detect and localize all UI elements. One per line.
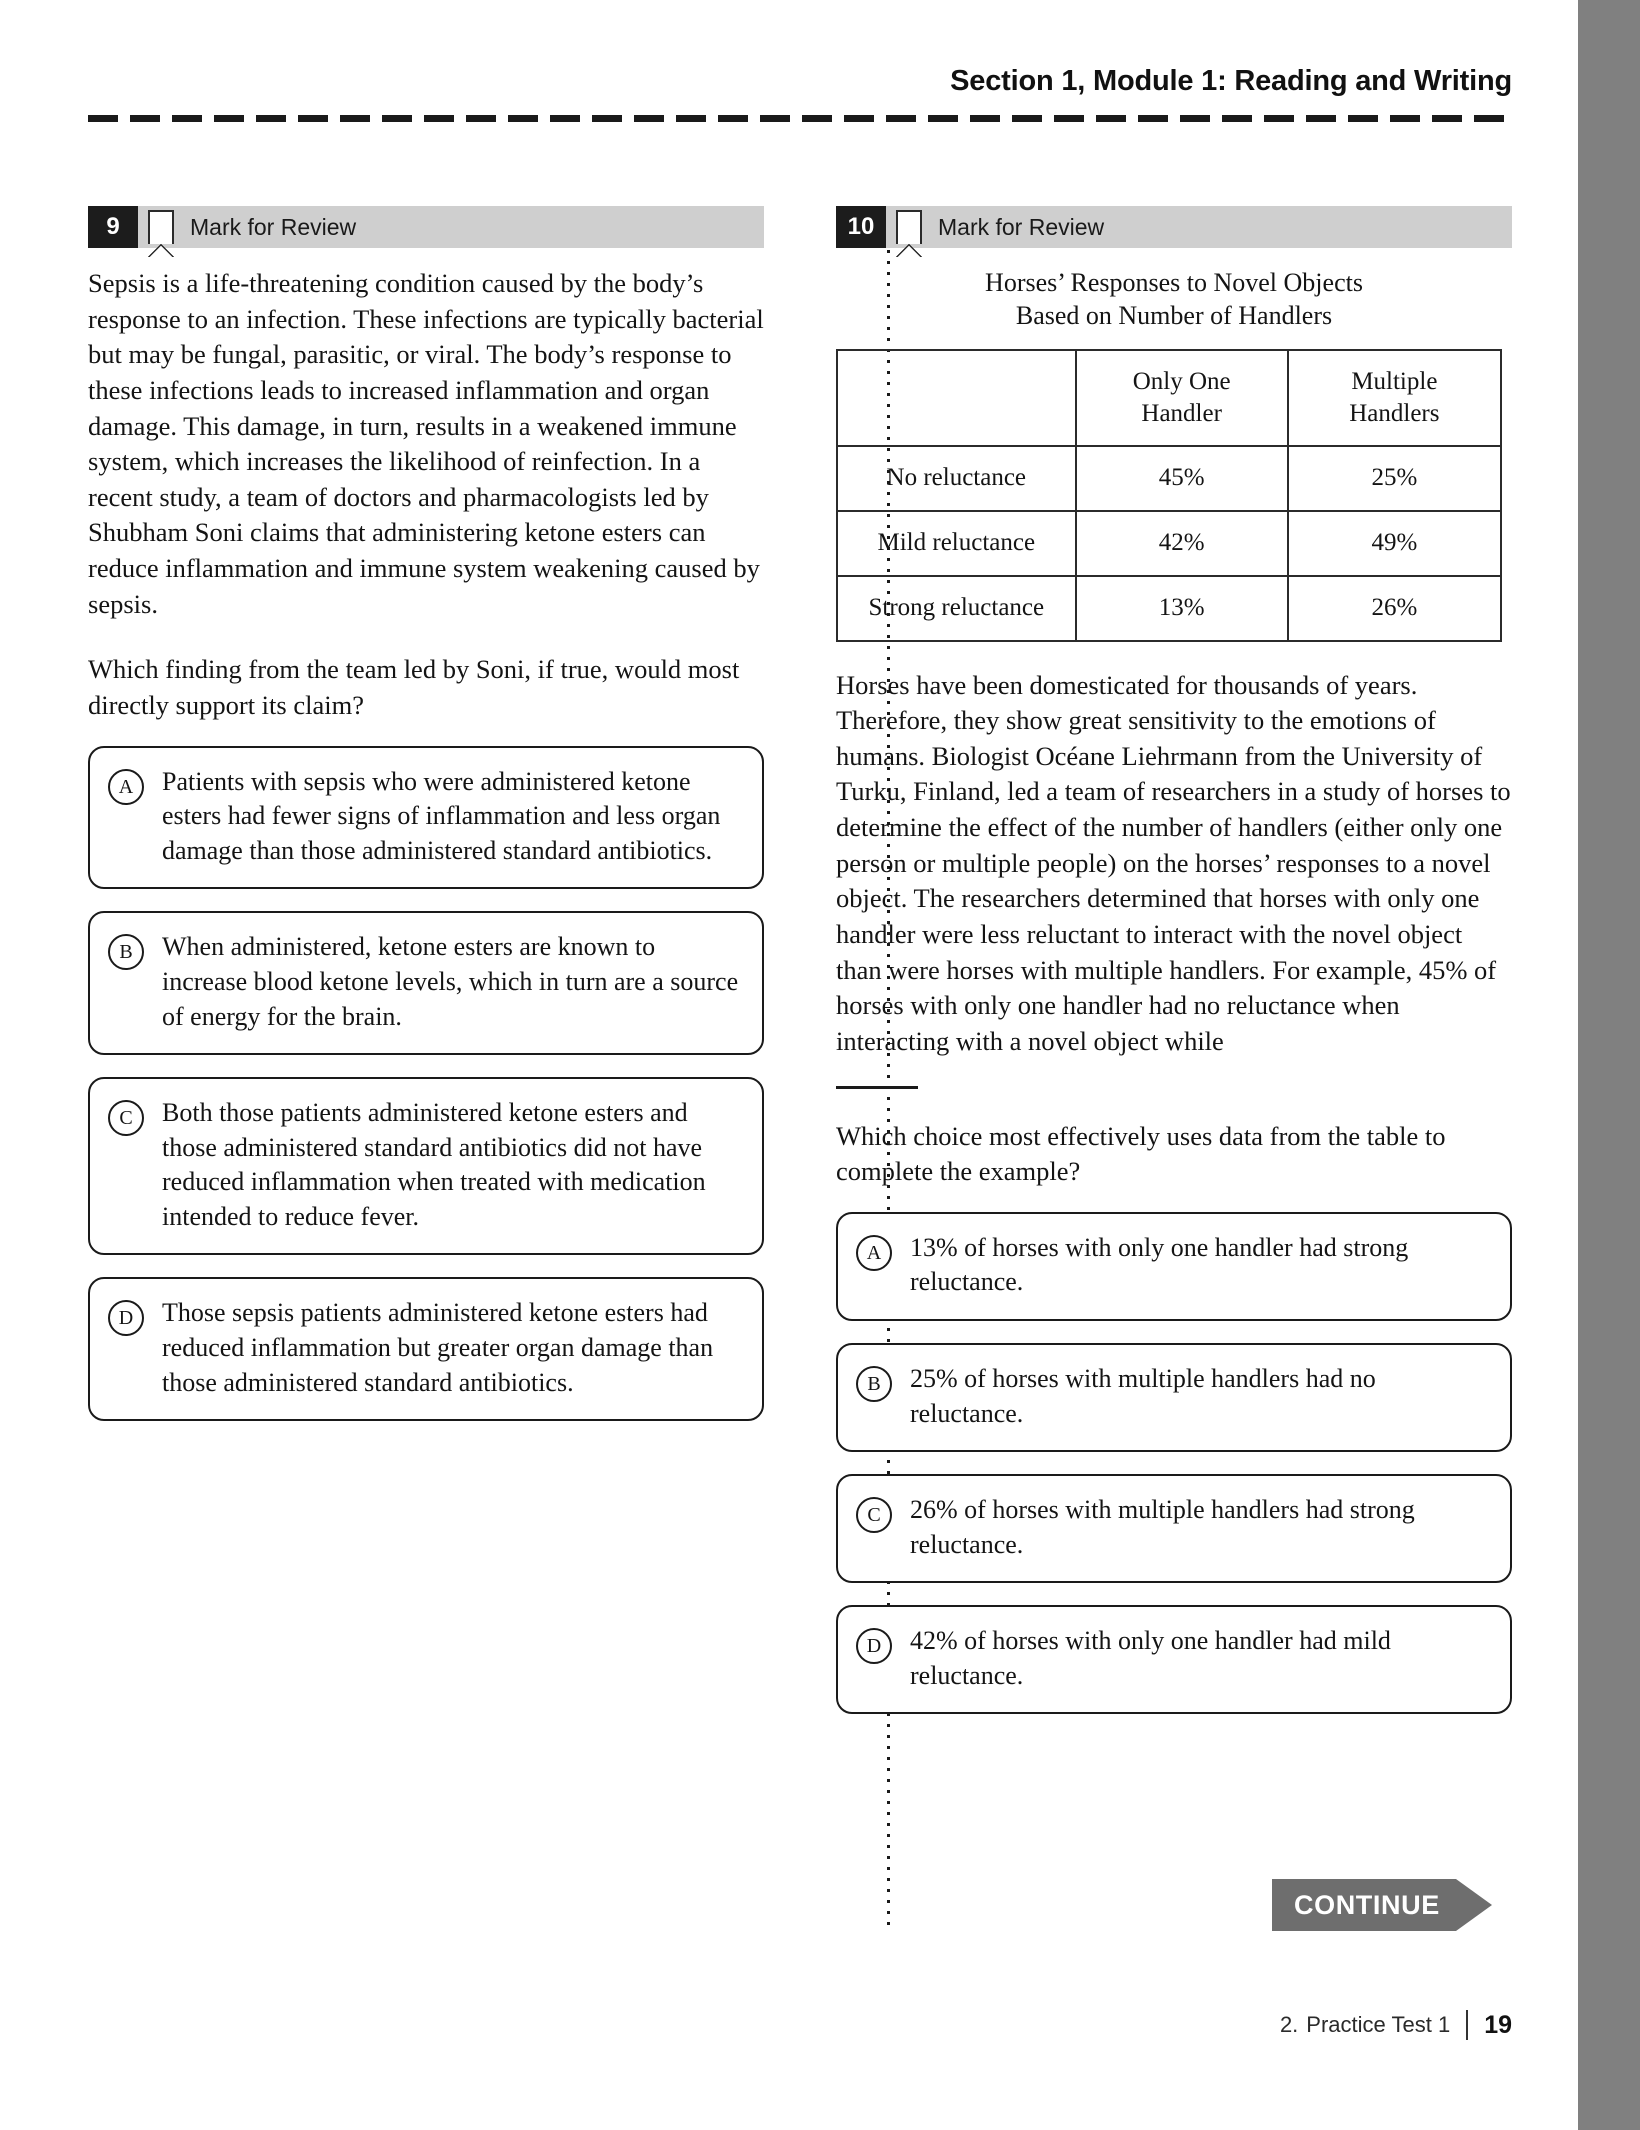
table-head: Only One Handler Multiple Handlers	[836, 348, 1503, 447]
choice-text: Patients with sepsis who were administer…	[162, 766, 721, 865]
question-9-number: 9	[88, 206, 138, 248]
question-10-choice-d[interactable]: D 42% of horses with only one handler ha…	[836, 1605, 1512, 1715]
cell-value: 49%	[1286, 509, 1503, 577]
horses-responses-table: Only One Handler Multiple Handlers No re…	[836, 348, 1503, 642]
col-header-1-line-1: Only One	[1132, 368, 1231, 396]
table-title-line-1: Horses’ Responses to Novel Objects	[985, 268, 1363, 297]
footer-page-number: 19	[1484, 2010, 1512, 2039]
question-9-passage: Sepsis is a life-threatening condition c…	[88, 268, 764, 619]
row-label: Strong reluctance	[836, 574, 1077, 642]
choice-letter: D	[856, 1628, 892, 1665]
row-label: No reluctance	[836, 444, 1077, 512]
mark-for-review-bookmark-icon[interactable]	[138, 206, 184, 257]
table-row: Mild reluctance 42% 49%	[836, 509, 1503, 577]
choice-letter: C	[108, 1100, 144, 1137]
choice-letter: A	[108, 768, 144, 805]
choice-text: 42% of horses with only one handler had …	[910, 1626, 1391, 1690]
cell-value: 25%	[1286, 444, 1503, 512]
cell-value: 26%	[1286, 574, 1503, 642]
question-10-banner: 10 Mark for Review	[836, 206, 1512, 257]
question-9-mark-label[interactable]: Mark for Review	[184, 206, 356, 248]
right-edge-bar	[1578, 0, 1640, 2130]
table-title: Horses’ Responses to Novel Objects Based…	[836, 266, 1512, 333]
header-dashed-rule	[88, 114, 1512, 122]
question-10-choices: A 13% of horses with only one handler ha…	[836, 1211, 1512, 1715]
question-9-banner: 9 Mark for Review	[88, 206, 764, 257]
choice-letter: A	[856, 1234, 892, 1271]
question-10-column: 10 Mark for Review Horses’ Responses to …	[836, 206, 1512, 1736]
choice-text: 13% of horses with only one handler had …	[910, 1232, 1409, 1297]
question-10-choice-b[interactable]: B 25% of horses with multiple handlers h…	[836, 1343, 1512, 1453]
cell-value: 42%	[1074, 509, 1289, 577]
choice-text: 25% of horses with multiple handlers had…	[910, 1364, 1376, 1428]
arrow-right-icon	[1455, 1879, 1492, 1931]
footer-divider	[1466, 2010, 1469, 2040]
choice-text: When administered, ketone esters are kno…	[162, 932, 739, 1031]
table-row: No reluctance 45% 25%	[836, 444, 1503, 512]
col-header-2-line-1: Multiple	[1351, 368, 1438, 396]
cell-value: 45%	[1074, 444, 1289, 512]
choice-letter: B	[108, 934, 144, 971]
continue-button-label: CONTINUE	[1272, 1879, 1456, 1931]
bookmark-icon	[896, 210, 922, 257]
question-10-choice-c[interactable]: C 26% of horses with multiple handlers h…	[836, 1474, 1512, 1584]
choice-letter: D	[108, 1300, 144, 1337]
question-9-choice-a[interactable]: A Patients with sepsis who were administ…	[88, 745, 764, 890]
question-10-mark-label[interactable]: Mark for Review	[932, 206, 1104, 248]
footer-chapter-number: 2.	[1279, 2012, 1299, 2037]
question-10-choice-a[interactable]: A 13% of horses with only one handler ha…	[836, 1211, 1512, 1322]
table-title-line-2: Based on Number of Handlers	[1015, 301, 1333, 331]
running-header: Section 1, Module 1: Reading and Writing	[88, 65, 1512, 122]
col-header-1-line-2: Handler	[1141, 399, 1222, 427]
choice-letter: B	[856, 1366, 892, 1403]
question-10-stem: Which choice most effectively uses data …	[836, 1120, 1446, 1187]
continue-button[interactable]: CONTINUE	[1272, 1879, 1492, 1931]
choice-text: Those sepsis patients administered keton…	[162, 1298, 714, 1397]
page-title: Section 1, Module 1: Reading and Writing	[950, 65, 1512, 97]
row-label: Mild reluctance	[836, 509, 1077, 577]
mark-for-review-bookmark-icon[interactable]	[886, 206, 932, 257]
question-10-passage: Horses have been domesticated for thousa…	[836, 669, 1511, 1056]
choice-text: Both those patients administered ketone …	[162, 1098, 706, 1231]
cell-value: 13%	[1074, 574, 1289, 642]
question-9-stem: Which finding from the team led by Soni,…	[88, 654, 740, 721]
question-10-number: 10	[836, 206, 886, 248]
col-header-2-line-2: Handlers	[1349, 399, 1440, 427]
question-9-choice-b[interactable]: B When administered, ketone esters are k…	[88, 911, 764, 1056]
content-columns: 9 Mark for Review Sepsis is a life-threa…	[88, 206, 1512, 1931]
table-row: Strong reluctance 13% 26%	[836, 574, 1503, 642]
choice-letter: C	[856, 1497, 892, 1534]
table-body: No reluctance 45% 25% Mild reluctance 42…	[836, 444, 1503, 642]
table-header-row: Only One Handler Multiple Handlers	[836, 348, 1503, 447]
table-col-header-1: Only One Handler	[1074, 348, 1289, 447]
choice-text: 26% of horses with multiple handlers had…	[910, 1495, 1415, 1559]
footer-test-name: Practice Test 1	[1306, 2012, 1451, 2037]
table-corner-cell	[836, 348, 1077, 447]
bookmark-icon	[148, 210, 174, 257]
question-9-choices: A Patients with sepsis who were administ…	[88, 745, 764, 1422]
question-9-column: 9 Mark for Review Sepsis is a life-threa…	[88, 206, 764, 1443]
page-footer: 2. Practice Test 1 19	[1280, 2010, 1512, 2040]
question-9-choice-d[interactable]: D Those sepsis patients administered ket…	[88, 1277, 764, 1422]
table-col-header-2: Multiple Handlers	[1286, 348, 1503, 447]
page-canvas: Section 1, Module 1: Reading and Writing…	[0, 0, 1578, 2130]
fill-in-blank-rule	[836, 1085, 918, 1089]
question-9-choice-c[interactable]: C Both those patients administered keton…	[88, 1077, 764, 1256]
